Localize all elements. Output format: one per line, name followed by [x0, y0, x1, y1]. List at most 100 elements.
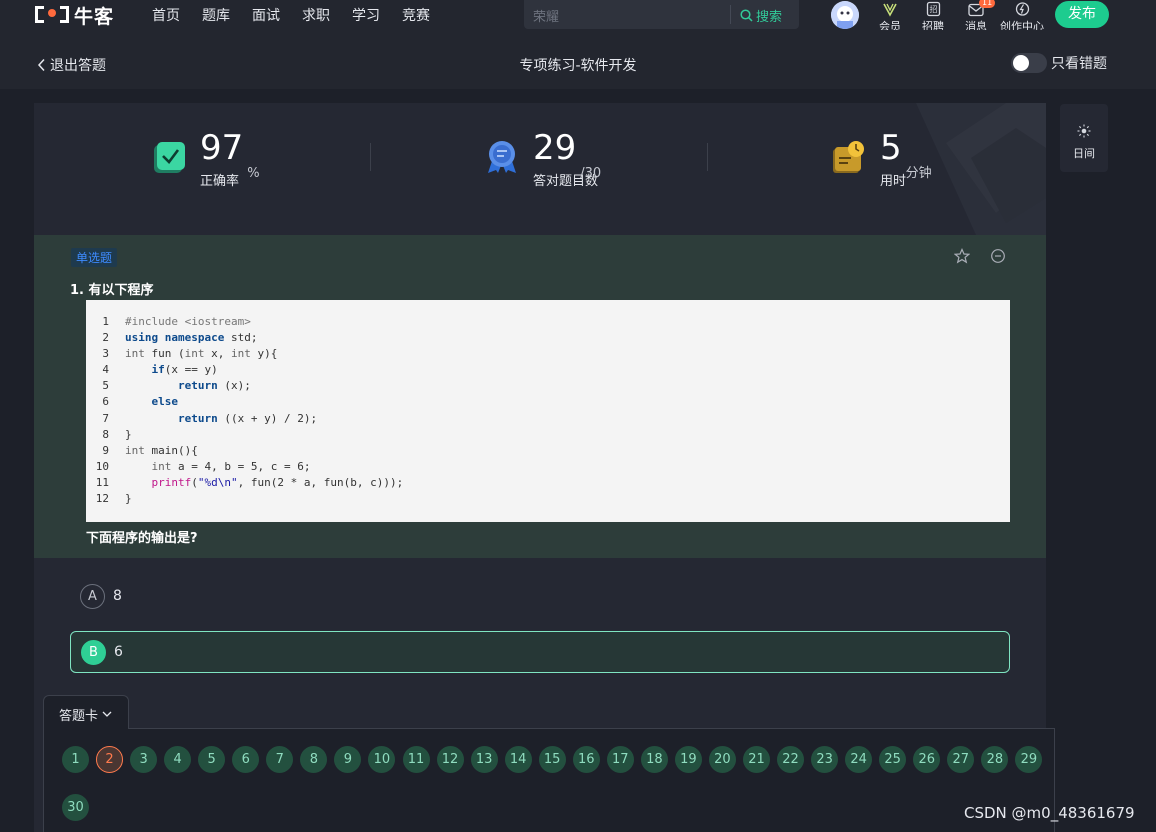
- logo-text: 牛客: [74, 5, 115, 28]
- code-line: 9 int main(){: [102, 443, 198, 457]
- stat-accuracy: 97% 正确率: [151, 129, 260, 189]
- code-line: 4 if(x == y): [102, 363, 218, 377]
- answer-card-item[interactable]: 22: [777, 746, 805, 773]
- code-line: 8}: [102, 427, 132, 441]
- answer-card-item[interactable]: 3: [130, 746, 158, 773]
- publish-button[interactable]: 发布: [1055, 1, 1109, 28]
- code-line: 12}: [95, 492, 132, 506]
- minus-circle-icon[interactable]: [990, 248, 1006, 264]
- answer-card-item[interactable]: 8: [300, 746, 328, 773]
- answer-card-item[interactable]: 9: [334, 746, 362, 773]
- search-bar: 荣耀 搜索: [524, 0, 799, 29]
- option-text: 8: [113, 588, 122, 604]
- theme-toggle[interactable]: 日间: [1060, 104, 1108, 172]
- creator-icon: [1015, 2, 1029, 16]
- code-line: 10 int a = 4, b = 5, c = 6;: [95, 459, 311, 473]
- code-line: 11 printf("%d\n", fun(2 * a, fun(b, c)))…: [95, 475, 404, 489]
- nav-question-bank[interactable]: 题库: [202, 5, 230, 25]
- answer-card-item[interactable]: 5: [198, 746, 226, 773]
- practice-header: 退出答题 专项练习-软件开发 只看错题: [0, 30, 1156, 89]
- answer-card-item[interactable]: 4: [164, 746, 192, 773]
- answer-card-item[interactable]: 20: [708, 746, 736, 773]
- watermark: CSDN @m0_48361679: [964, 804, 1135, 822]
- nav-jobs[interactable]: 求职: [302, 5, 330, 25]
- clock-icon: [833, 141, 864, 173]
- accuracy-icon: [154, 142, 185, 173]
- search-icon: [740, 9, 753, 22]
- nav-home[interactable]: 首页: [152, 5, 180, 25]
- answer-card-item[interactable]: 11: [402, 746, 430, 773]
- answer-card-item[interactable]: 17: [606, 746, 634, 773]
- logo[interactable]: 牛客: [35, 2, 114, 28]
- main-nav: 首页 题库 面试 求职 学习 竞赛: [152, 5, 452, 25]
- search-button[interactable]: 搜索: [740, 6, 782, 25]
- question-prompt: 下面程序的输出是?: [86, 531, 198, 546]
- wrong-only-toggle[interactable]: [1011, 53, 1047, 73]
- answer-card-item[interactable]: 30: [62, 794, 89, 821]
- code-line: 6 else: [102, 395, 178, 409]
- question-tools: [954, 248, 1006, 264]
- question-card: 单选题 1. 有以下程序 1 #include <iostream> 2 using …: [34, 235, 1046, 558]
- question-title: 1. 有以下程序: [70, 283, 154, 298]
- vip-icon: [883, 3, 897, 17]
- nav-interview[interactable]: 面试: [252, 5, 280, 25]
- wrong-only-label: 只看错题: [1051, 56, 1107, 72]
- answer-card: 1 2 3 4 5 6 7 8 9 10 11 12 13 14 15 16 17 18 19 20 21 22 23 24 2…: [43, 728, 1055, 832]
- code-line: 1 #include <iostream>: [102, 315, 251, 328]
- answer-card-item[interactable]: 14: [504, 746, 532, 773]
- answer-card-tab[interactable]: 答题卡: [43, 695, 129, 729]
- stat-correct-count: 29/30 答对题目数: [484, 129, 601, 189]
- stats-bar: 97% 正确率 29/30 答对题目数 5分钟 用时: [34, 103, 1046, 235]
- code-line: 3 int fun (int x, int y){: [102, 347, 278, 361]
- answer-card-item[interactable]: 7: [266, 746, 294, 773]
- svg-text:招: 招: [929, 4, 937, 14]
- chevron-down-icon: [102, 711, 112, 717]
- stat-time: 5分钟 用时: [831, 129, 932, 189]
- message-badge: 11: [979, 0, 996, 8]
- option-letter: A: [80, 583, 105, 609]
- answer-card-item[interactable]: 27: [947, 746, 975, 773]
- code-line: 2 using namespace std;: [102, 331, 258, 345]
- answer-card-item[interactable]: 23: [811, 746, 839, 773]
- option-b[interactable]: B 6: [70, 631, 1010, 673]
- nav-contest[interactable]: 竞赛: [402, 5, 430, 25]
- answer-card-item[interactable]: 1: [62, 746, 89, 773]
- answer-card-item[interactable]: 2: [96, 746, 124, 773]
- nav-vip[interactable]: 会员: [867, 0, 913, 34]
- nav-creator[interactable]: 创作中心: [999, 0, 1045, 34]
- answer-card-item[interactable]: 13: [470, 746, 498, 773]
- answer-card-item[interactable]: 6: [232, 746, 260, 773]
- top-nav: 牛客 首页 题库 面试 求职 学习 竞赛 荣耀 搜索 会员 招 招聘 11 消息…: [0, 0, 1156, 33]
- option-text: 6: [114, 644, 123, 660]
- sun-icon: [1077, 124, 1091, 138]
- medal-icon: [488, 141, 516, 173]
- star-icon[interactable]: [954, 248, 970, 264]
- nav-learn[interactable]: 学习: [352, 5, 380, 25]
- logo-icon: [35, 3, 69, 27]
- answer-card-item[interactable]: 15: [538, 746, 566, 773]
- answer-card-item[interactable]: 26: [913, 746, 941, 773]
- answer-card-item[interactable]: 10: [368, 746, 396, 773]
- avatar[interactable]: [831, 1, 859, 29]
- code-line: 5 return (x);: [102, 379, 251, 393]
- answer-card-item[interactable]: 28: [981, 746, 1009, 773]
- result-panel: 97% 正确率 29/30 答对题目数 5分钟 用时 单选题 1. 有以下程序 …: [34, 103, 1046, 832]
- answer-card-item[interactable]: 25: [879, 746, 907, 773]
- option-a[interactable]: A 8: [70, 575, 1010, 617]
- answer-card-item[interactable]: 19: [674, 746, 702, 773]
- answer-card-item[interactable]: 21: [743, 746, 770, 773]
- code-block: 1 #include <iostream> 2 using namespace std…: [86, 300, 1010, 522]
- nav-message[interactable]: 11 消息: [953, 0, 999, 34]
- answer-card-item[interactable]: 12: [436, 746, 464, 773]
- question-type-tag: 单选题: [71, 248, 118, 267]
- wrong-only-toggle-wrap: 只看错题: [1011, 53, 1107, 73]
- page-title: 专项练习-软件开发: [519, 58, 637, 74]
- nav-recruit[interactable]: 招 招聘: [910, 0, 956, 34]
- answer-card-item[interactable]: 16: [572, 746, 600, 773]
- search-input[interactable]: 荣耀: [533, 6, 559, 25]
- answer-card-item[interactable]: 24: [845, 746, 873, 773]
- recruit-icon: 招: [926, 1, 940, 17]
- answer-card-item[interactable]: 18: [640, 746, 668, 773]
- option-letter: B: [81, 639, 106, 665]
- answer-card-item[interactable]: 29: [1015, 746, 1043, 773]
